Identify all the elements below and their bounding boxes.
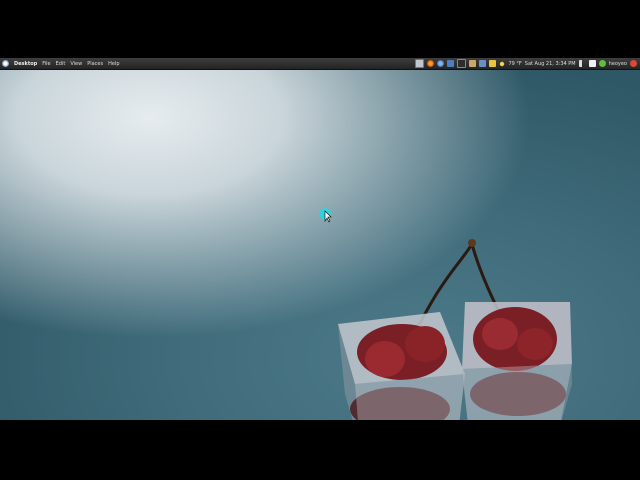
menu-places[interactable]: Places	[87, 61, 103, 67]
network-icon[interactable]	[447, 60, 455, 67]
panel-tray: 79 °F Sat Aug 21, 3:34 PM heoyeo	[415, 59, 640, 68]
terminal-icon[interactable]	[457, 59, 467, 68]
clock-text[interactable]: Sat Aug 21, 3:34 PM	[525, 61, 576, 67]
sun-icon[interactable]	[499, 60, 506, 67]
chat-icon[interactable]	[588, 60, 596, 67]
firefox-icon[interactable]	[427, 60, 435, 67]
screen: Desktop File Edit View Places Help 79 °F…	[0, 0, 640, 480]
panel-menus: Desktop File Edit View Places Help	[0, 60, 120, 67]
menu-view[interactable]: View	[70, 61, 82, 67]
ubuntu-logo-icon[interactable]	[2, 60, 9, 67]
thunderbird-icon[interactable]	[437, 60, 445, 67]
menu-edit[interactable]: Edit	[56, 61, 66, 67]
menu-desktop[interactable]: Desktop	[14, 61, 37, 67]
menu-help[interactable]: Help	[108, 61, 119, 67]
folder-icon[interactable]	[469, 60, 477, 67]
status-icon[interactable]	[598, 60, 606, 67]
top-panel: Desktop File Edit View Places Help 79 °F…	[0, 58, 640, 70]
mouse-cursor-icon	[319, 208, 332, 223]
desktop-wallpaper[interactable]	[0, 58, 640, 420]
weather-text[interactable]: 79 °F	[508, 61, 521, 67]
gear-icon[interactable]	[479, 60, 487, 67]
menu-file[interactable]: File	[42, 61, 50, 67]
user-name[interactable]: heoyeo	[609, 61, 627, 67]
power-icon[interactable]	[630, 60, 637, 67]
volume-icon[interactable]	[578, 60, 586, 67]
cherries-ice-cubes-image	[338, 239, 572, 420]
panel-square-icon[interactable]	[415, 59, 425, 68]
mail-icon[interactable]	[489, 60, 497, 67]
